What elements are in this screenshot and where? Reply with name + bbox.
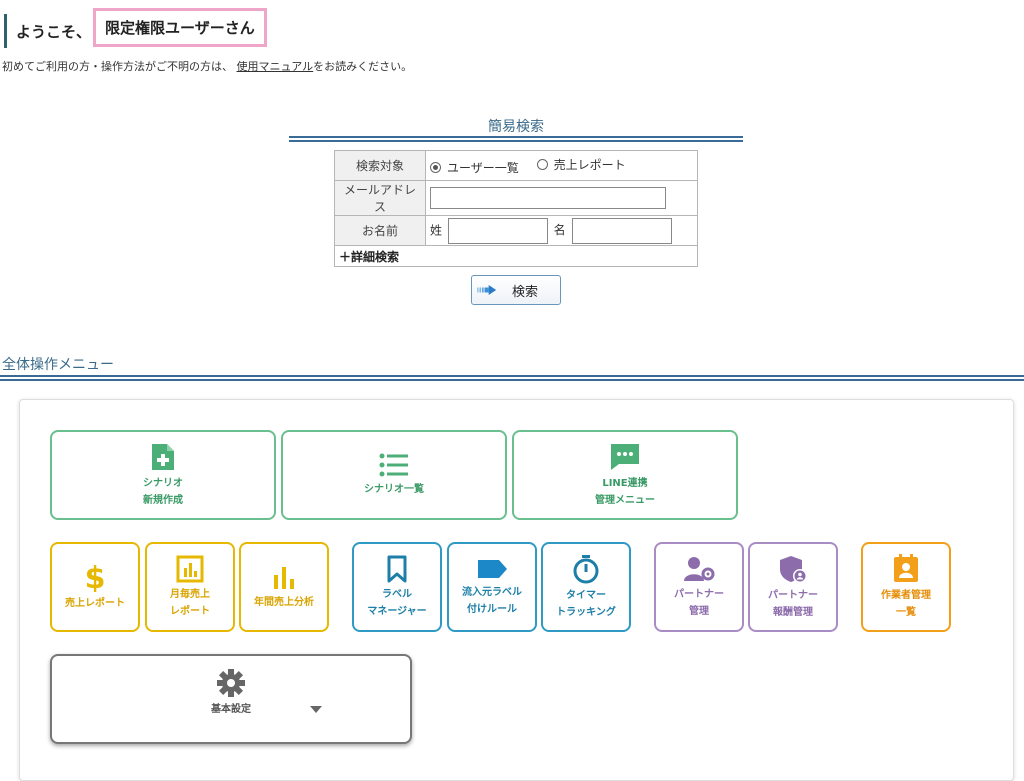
search-button-label: 検索 bbox=[512, 284, 539, 300]
quick-search-form: 検索対象 ユーザー一覧 売上レポート メールアドレス お名前 姓 名 ＋詳細検索 bbox=[334, 150, 698, 267]
user-gear-icon bbox=[684, 556, 715, 581]
bar-chart-box-icon bbox=[176, 555, 204, 582]
chat-icon bbox=[611, 443, 639, 470]
tile-label: 売上レポート bbox=[65, 598, 125, 609]
name-label: お名前 bbox=[334, 215, 426, 246]
radio-user-list-label: ユーザー一覧 bbox=[447, 160, 519, 175]
tile-timer-tracking[interactable]: タイマー トラッキング bbox=[541, 542, 631, 632]
tile-label: 基本設定 bbox=[211, 704, 251, 715]
radio-sales-report-indicator[interactable] bbox=[536, 158, 548, 170]
file-plus-icon bbox=[152, 443, 174, 470]
intro-after: をお読みください。 bbox=[313, 60, 413, 73]
tile-label: 新規作成 bbox=[143, 494, 183, 506]
menu-title: 全体操作メニュー bbox=[2, 357, 114, 373]
tile-label: 流入元ラベル bbox=[462, 586, 522, 598]
list-icon bbox=[379, 453, 408, 477]
chevron-down-icon[interactable] bbox=[310, 706, 322, 713]
user-name-highlight: 限定権限ユーザーさん bbox=[93, 7, 267, 47]
tile-label: ラベル bbox=[382, 588, 412, 600]
email-label: メールアドレス bbox=[334, 180, 426, 216]
tile-label-manager[interactable]: ラベル マネージャー bbox=[352, 542, 442, 632]
tile-label: タイマー bbox=[566, 589, 606, 601]
radio-sales-report[interactable]: 売上レポート bbox=[536, 156, 626, 173]
last-name-input[interactable] bbox=[447, 217, 548, 244]
quick-search-divider bbox=[289, 136, 743, 142]
tile-label: 作業者管理 bbox=[881, 589, 931, 601]
tile-partner-management[interactable]: パートナー 管理 bbox=[654, 542, 744, 632]
label-tag-icon bbox=[478, 559, 507, 578]
tile-label: レポート bbox=[170, 605, 210, 617]
radio-user-list[interactable]: ユーザー一覧 bbox=[430, 159, 519, 176]
menu-divider bbox=[0, 375, 1024, 381]
dollar-icon: $ bbox=[85, 562, 105, 592]
intro-before: 初めてご利用の方・操作方法がご不明の方は、 bbox=[2, 60, 233, 73]
tile-label: 月毎売上 bbox=[170, 588, 210, 600]
tile-partner-rewards[interactable]: パートナー 報酬管理 bbox=[748, 542, 838, 632]
tile-basic-settings[interactable]: 基本設定 bbox=[50, 654, 412, 744]
advanced-search-toggle[interactable]: ＋詳細検索 bbox=[334, 245, 698, 267]
tile-label: 付けルール bbox=[467, 603, 517, 615]
contact-card-icon bbox=[894, 553, 918, 582]
email-input[interactable] bbox=[430, 187, 666, 209]
welcome-heading: ようこそ、 限定権限ユーザーさん bbox=[4, 7, 267, 48]
tile-worker-management[interactable]: 作業者管理 一覧 bbox=[861, 542, 951, 632]
tile-monthly-sales[interactable]: 月毎売上 レポート bbox=[145, 542, 235, 632]
tile-label: 管理 bbox=[689, 605, 709, 617]
tile-sales-report[interactable]: $ 売上レポート bbox=[50, 542, 140, 632]
tile-line-integration[interactable]: LINE連携 管理メニュー bbox=[512, 430, 738, 520]
shield-user-icon bbox=[780, 555, 807, 583]
menu-panel: シナリオ 新規作成 シナリオ一覧 LINE連携 管理メニュー $ 売上レポート bbox=[19, 399, 1014, 781]
manual-link[interactable]: 使用マニュアル bbox=[237, 60, 314, 73]
arrow-right-icon bbox=[477, 285, 497, 295]
tile-label: パートナー bbox=[674, 588, 724, 600]
search-target-label: 検索対象 bbox=[334, 150, 426, 181]
first-name-label: 名 bbox=[553, 223, 566, 237]
last-name-label: 姓 bbox=[430, 223, 443, 237]
tile-label: 管理メニュー bbox=[595, 494, 655, 506]
tile-label: パートナー bbox=[768, 589, 818, 601]
tile-label: トラッキング bbox=[556, 606, 616, 618]
tile-scenario-create[interactable]: シナリオ 新規作成 bbox=[50, 430, 276, 520]
search-button[interactable]: 検索 bbox=[471, 275, 561, 305]
tile-scenario-list[interactable]: シナリオ一覧 bbox=[281, 430, 507, 520]
quick-search-title: 簡易検索 bbox=[488, 119, 544, 135]
svg-text:$: $ bbox=[85, 562, 105, 592]
bookmark-icon bbox=[387, 555, 407, 582]
tile-annual-analysis[interactable]: 年間売上分析 bbox=[239, 542, 329, 632]
radio-sales-report-label: 売上レポート bbox=[553, 157, 626, 172]
intro-text: 初めてご利用の方・操作方法がご不明の方は、 使用マニュアルをお読みください。 bbox=[2, 58, 412, 74]
tile-label: マネージャー bbox=[367, 605, 427, 617]
gear-icon bbox=[217, 669, 245, 697]
tile-label: 報酬管理 bbox=[773, 606, 813, 618]
stopwatch-icon bbox=[573, 554, 599, 583]
tile-inflow-label-rules[interactable]: 流入元ラベル 付けルール bbox=[447, 542, 537, 632]
radio-user-list-indicator[interactable] bbox=[430, 161, 441, 173]
tile-label: 一覧 bbox=[896, 606, 916, 618]
tile-label: 年間売上分析 bbox=[254, 597, 314, 608]
tile-label: シナリオ bbox=[143, 477, 183, 489]
tile-label: LINE連携 bbox=[602, 477, 648, 489]
first-name-input[interactable] bbox=[571, 217, 672, 244]
bar-chart-icon bbox=[274, 567, 294, 589]
welcome-prefix: ようこそ、 bbox=[16, 22, 92, 41]
tile-label: シナリオ一覧 bbox=[364, 484, 424, 495]
